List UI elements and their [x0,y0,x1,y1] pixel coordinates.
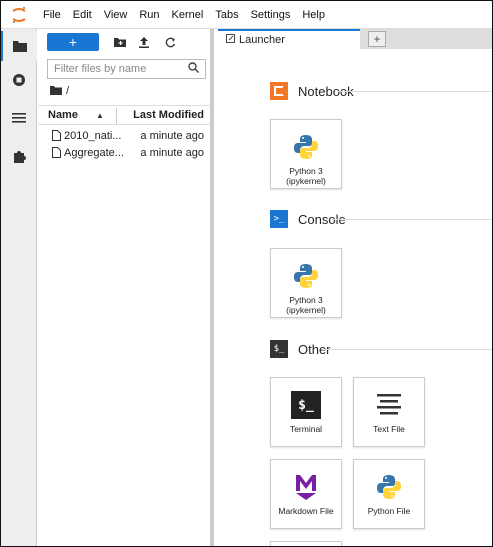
column-modified-header[interactable]: Last Modified [133,109,204,121]
main-area: Launcher + Notebook Python 3 (ipykernel) [218,29,492,546]
new-launcher-button[interactable]: + [47,33,99,51]
file-row[interactable]: Aggregate... a minute ago [38,145,210,161]
folder-icon[interactable] [50,85,62,98]
terminal-card[interactable]: $_ Terminal [270,377,342,447]
notebook-python3-card[interactable]: Python 3 (ipykernel) [270,119,342,189]
file-list-header: Name ▲ Last Modified [38,105,210,125]
card-label: Terminal [289,424,323,434]
section-divider [338,91,492,92]
column-name-header[interactable]: Name [48,109,78,121]
running-sessions-icon[interactable] [1,65,37,95]
section-divider [332,219,492,220]
left-sidebar [1,29,37,546]
python-logo-icon [292,132,320,162]
tab-label: Launcher [239,34,285,46]
file-icon [52,130,61,144]
refresh-icon[interactable] [160,33,180,51]
launcher-tab-icon [226,34,235,46]
file-browser-tab-icon[interactable] [1,31,37,61]
jupyterlab-window: File Edit View Run Kernel Tabs Settings … [0,0,493,547]
console-python3-card[interactable]: Python 3 (ipykernel) [270,248,342,318]
other-terminal-icon: $_ [270,340,288,358]
upload-icon[interactable] [134,33,154,51]
markdown-file-card[interactable]: Markdown File [270,459,342,529]
breadcrumb: / [50,83,69,99]
card-label: Python 3 (ipykernel) [286,295,326,315]
section-divider [322,349,492,350]
menu-file[interactable]: File [37,1,67,29]
sort-ascending-icon: ▲ [96,110,104,120]
python-file-card[interactable]: Python File [353,459,425,529]
file-browser-panel: + / Name ▲ Last Modified [38,29,214,546]
card-label: Markdown File [278,506,334,516]
menu-kernel[interactable]: Kernel [166,1,210,29]
menu-edit[interactable]: Edit [67,1,98,29]
file-name: Aggregate... [64,147,124,159]
text-file-icon [375,390,403,420]
menu-help[interactable]: Help [296,1,331,29]
launcher-card-partial[interactable] [270,541,342,546]
card-label: Text File [373,424,405,434]
add-tab-button[interactable]: + [368,31,386,47]
notebook-icon [270,82,288,100]
table-of-contents-icon[interactable] [1,103,37,133]
python-logo-icon [375,472,403,502]
markdown-icon [293,472,319,502]
file-name: 2010_nati... [64,130,122,142]
text-file-card[interactable]: Text File [353,377,425,447]
file-filter-input[interactable] [54,63,184,75]
python-logo-icon [292,261,320,291]
terminal-icon: $_ [291,390,321,420]
file-filter-box [47,59,206,79]
menu-settings[interactable]: Settings [245,1,297,29]
jupyter-logo-icon [1,1,37,29]
menu-tabs[interactable]: Tabs [209,1,244,29]
tab-launcher[interactable]: Launcher [218,29,360,49]
file-icon [52,147,61,161]
menu-view[interactable]: View [98,1,134,29]
file-modified: a minute ago [140,147,204,159]
breadcrumb-root[interactable]: / [66,85,69,97]
column-divider[interactable] [116,108,117,124]
extension-manager-icon[interactable] [1,141,37,171]
menu-bar: File Edit View Run Kernel Tabs Settings … [1,1,492,29]
card-label: Python 3 (ipykernel) [286,166,326,186]
file-modified: a minute ago [140,130,204,142]
file-row[interactable]: 2010_nati... a minute ago [38,128,210,144]
menu-run[interactable]: Run [133,1,165,29]
new-folder-icon[interactable] [110,33,130,51]
search-icon [188,62,200,76]
console-icon: >_ [270,210,288,228]
card-label: Python File [367,506,411,516]
tab-bar: Launcher + [218,29,492,49]
